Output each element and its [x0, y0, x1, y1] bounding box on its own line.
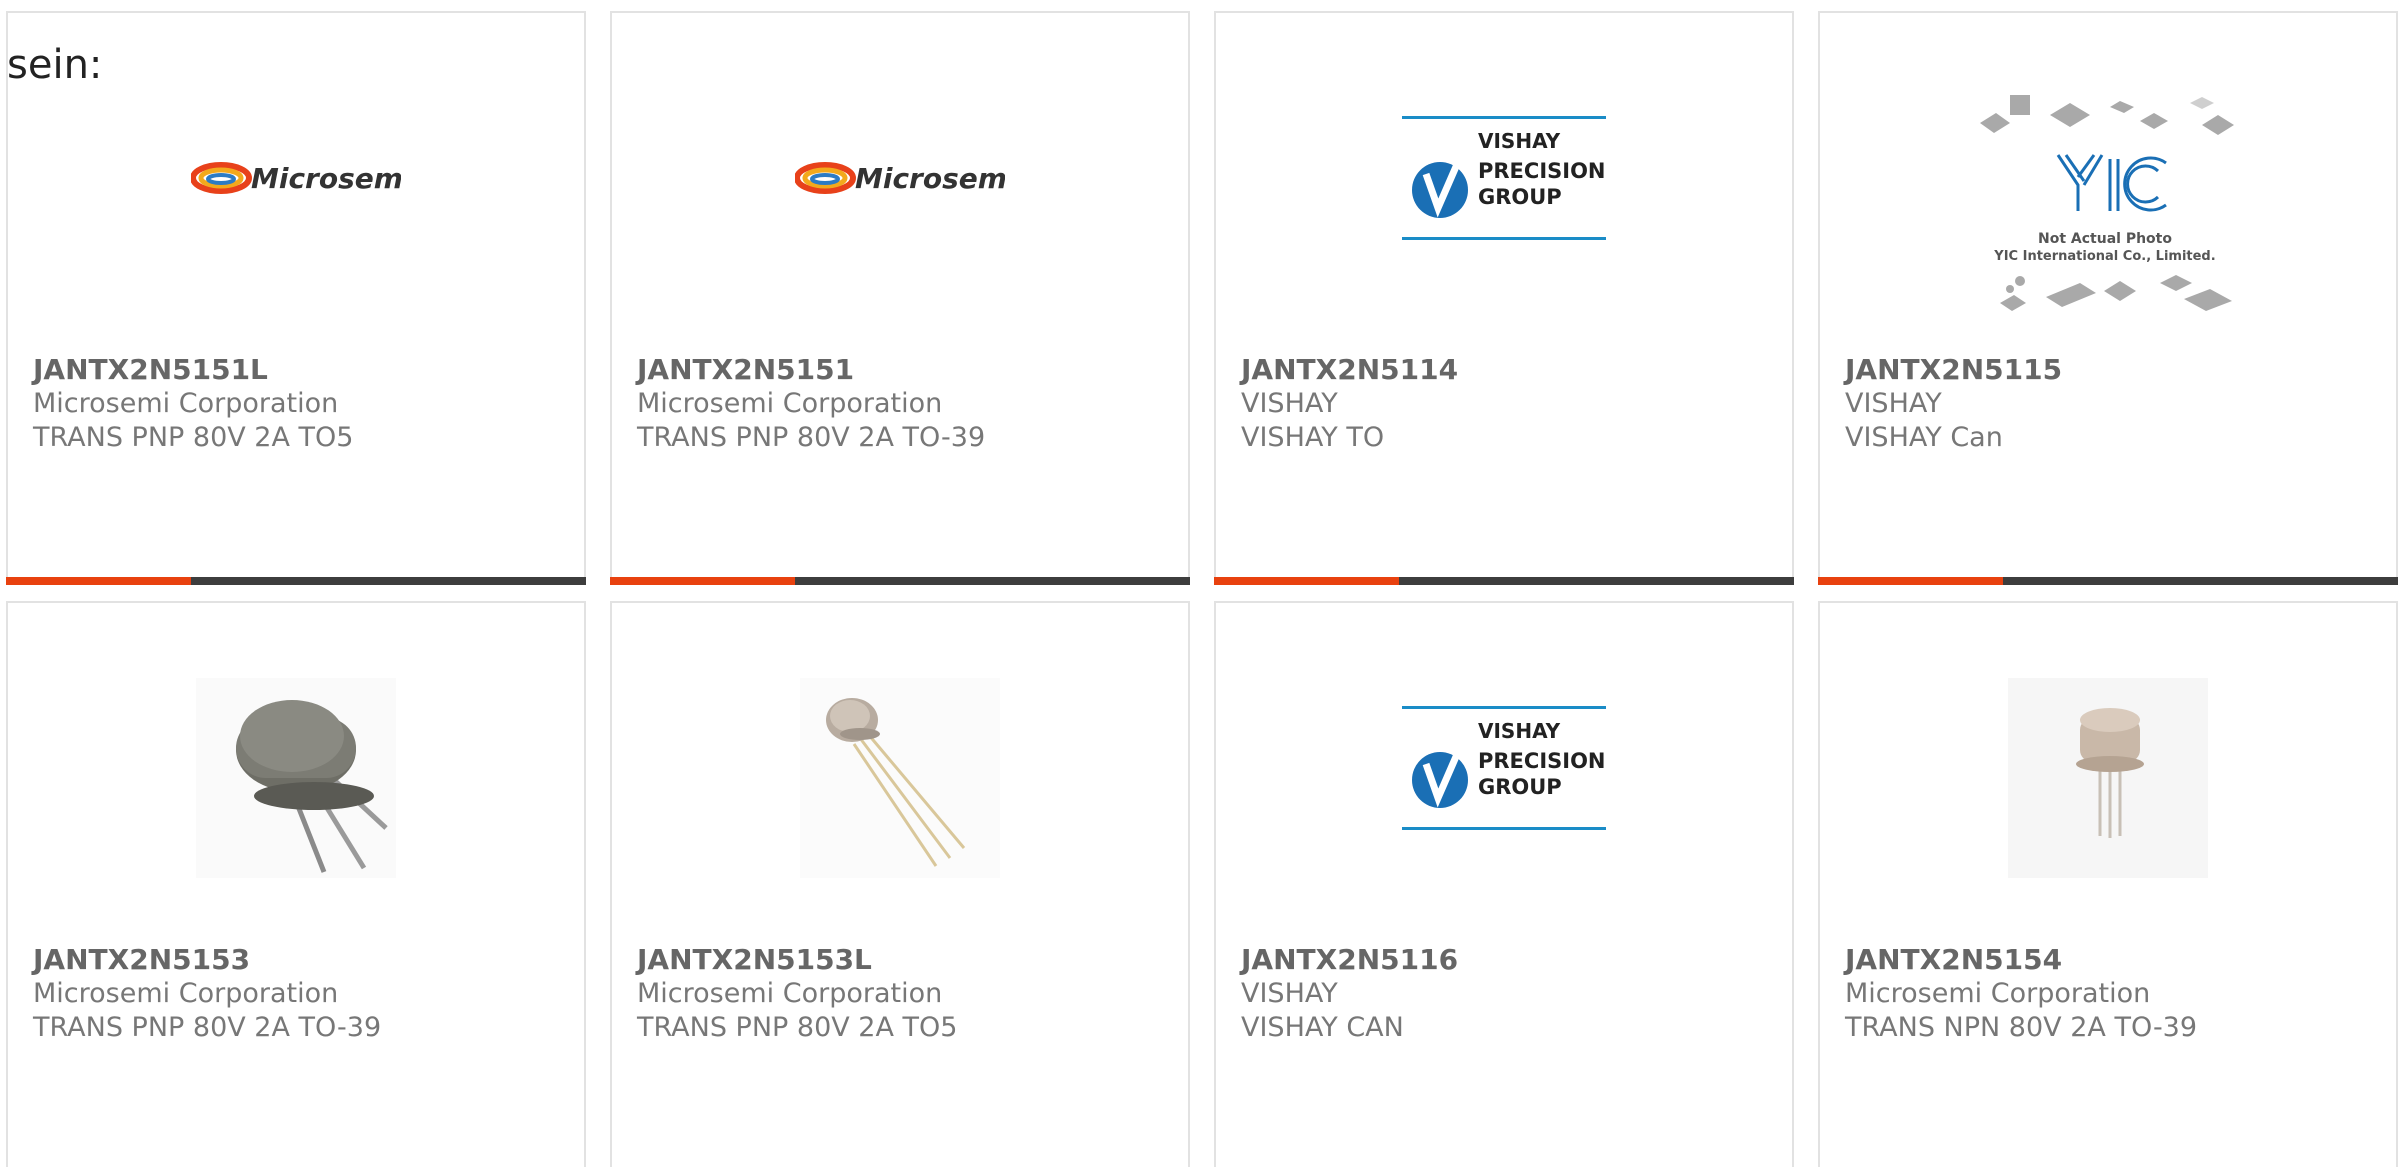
card-footer-bar: [1214, 577, 1794, 585]
part-number-link[interactable]: JANTX2N5153: [33, 943, 564, 977]
part-number-link[interactable]: JANTX2N5114: [1241, 353, 1772, 387]
product-info: JANTX2N5115 VISHAY VISHAY Can: [1845, 353, 2376, 455]
card-footer-accent: [610, 577, 795, 585]
product-info: JANTX2N5114 VISHAY VISHAY TO: [1241, 353, 1772, 455]
product-description: TRANS PNP 80V 2A TO-39: [637, 422, 986, 453]
svg-text:VISHAY: VISHAY: [1478, 719, 1561, 743]
not-actual-photo-icon: Not Actual Photo YIC International Co., …: [1970, 93, 2240, 343]
product-description: TRANS PNP 80V 2A TO5: [637, 1012, 958, 1043]
intro-text: sein:: [7, 42, 103, 88]
manufacturer-name: Microsemi Corporation: [1845, 978, 2151, 1009]
svg-text:YIC International Co., Limited: YIC International Co., Limited.: [1993, 249, 2215, 264]
vishay-logo-icon: VISHAY PRECISION GROUP: [1399, 73, 1609, 283]
svg-text:GROUP: GROUP: [1478, 775, 1562, 799]
transistor-photo-icon: [795, 673, 1005, 883]
svg-text:VISHAY: VISHAY: [1478, 129, 1561, 153]
product-description: VISHAY Can: [1845, 422, 2003, 453]
card-footer-accent: [6, 577, 191, 585]
product-card-jantx2n5115[interactable]: Not Actual Photo YIC International Co., …: [1818, 11, 2398, 585]
svg-text:Microsemi: Microsemi: [251, 162, 401, 195]
part-number-link[interactable]: JANTX2N5115: [1845, 353, 2376, 387]
svg-text:Microsemi: Microsemi: [855, 162, 1005, 195]
transistor-photo-icon: [191, 673, 401, 883]
svg-text:PRECISION: PRECISION: [1478, 749, 1606, 773]
part-number-link[interactable]: JANTX2N5116: [1241, 943, 1772, 977]
microsemi-logo-icon: Microsemi: [191, 73, 401, 283]
product-info: JANTX2N5151 Microsemi Corporation TRANS …: [637, 353, 1168, 455]
manufacturer-name: VISHAY: [1241, 978, 1338, 1009]
manufacturer-name: VISHAY: [1845, 388, 1942, 419]
product-card-jantx2n5151l[interactable]: Microsemi JANTX2N5151L Microsemi Corpora…: [6, 11, 586, 585]
svg-text:PRECISION: PRECISION: [1478, 159, 1606, 183]
card-footer-bar: [1818, 577, 2398, 585]
product-card-jantx2n5154[interactable]: JANTX2N5154 Microsemi Corporation TRANS …: [1818, 601, 2398, 1167]
vishay-logo-icon: VISHAY PRECISION GROUP: [1399, 663, 1609, 873]
card-footer-bar: [6, 577, 586, 585]
card-footer-accent: [1818, 577, 2003, 585]
product-description: TRANS NPN 80V 2A TO-39: [1845, 1012, 2198, 1043]
manufacturer-name: Microsemi Corporation: [637, 978, 943, 1009]
manufacturer-name: Microsemi Corporation: [637, 388, 943, 419]
manufacturer-name: Microsemi Corporation: [33, 978, 339, 1009]
card-footer-accent: [1214, 577, 1399, 585]
transistor-photo-icon: [2003, 673, 2213, 883]
product-info: JANTX2N5153L Microsemi Corporation TRANS…: [637, 943, 1168, 1045]
part-number-link[interactable]: JANTX2N5151: [637, 353, 1168, 387]
product-card-jantx2n5151[interactable]: Microsemi JANTX2N5151 Microsemi Corporat…: [610, 11, 1190, 585]
product-info: JANTX2N5153 Microsemi Corporation TRANS …: [33, 943, 564, 1045]
product-info: JANTX2N5151L Microsemi Corporation TRANS…: [33, 353, 564, 455]
product-info: JANTX2N5116 VISHAY VISHAY CAN: [1241, 943, 1772, 1045]
product-description: TRANS PNP 80V 2A TO-39: [33, 1012, 382, 1043]
microsemi-logo-icon: Microsemi: [795, 73, 1005, 283]
part-number-link[interactable]: JANTX2N5153L: [637, 943, 1168, 977]
part-number-link[interactable]: JANTX2N5154: [1845, 943, 2376, 977]
product-card-jantx2n5116[interactable]: VISHAY PRECISION GROUP JANTX2N5116 VISHA…: [1214, 601, 1794, 1167]
product-card-jantx2n5114[interactable]: VISHAY PRECISION GROUP JANTX2N5114 VISHA…: [1214, 11, 1794, 585]
product-card-jantx2n5153[interactable]: JANTX2N5153 Microsemi Corporation TRANS …: [6, 601, 586, 1167]
part-number-link[interactable]: JANTX2N5151L: [33, 353, 564, 387]
product-card-jantx2n5153l[interactable]: JANTX2N5153L Microsemi Corporation TRANS…: [610, 601, 1190, 1167]
product-description: TRANS PNP 80V 2A TO5: [33, 422, 354, 453]
manufacturer-name: VISHAY: [1241, 388, 1338, 419]
svg-text:Not Actual Photo: Not Actual Photo: [2038, 231, 2172, 247]
svg-text:GROUP: GROUP: [1478, 185, 1562, 209]
product-grid-page: sein: Microsemi JANTX2N5151L Microsemi C…: [0, 0, 2400, 1167]
manufacturer-name: Microsemi Corporation: [33, 388, 339, 419]
card-footer-bar: [610, 577, 1190, 585]
product-description: VISHAY CAN: [1241, 1012, 1404, 1043]
product-description: VISHAY TO: [1241, 422, 1385, 453]
product-info: JANTX2N5154 Microsemi Corporation TRANS …: [1845, 943, 2376, 1045]
